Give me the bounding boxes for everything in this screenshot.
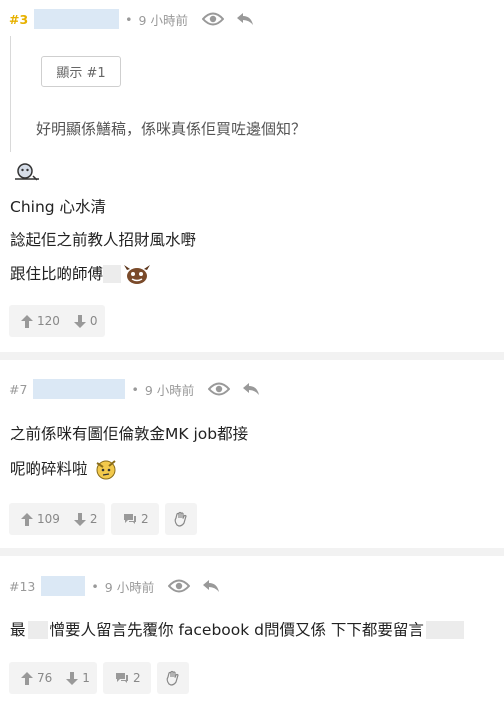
post-time: 9 小時前 (144, 382, 195, 398)
vote-box: 120 0 (9, 305, 105, 337)
post-3: #3 • 9 小時前 顯示 #1 好明顯係鱔稿，係咪真係佢買咗邊個知？ Chin… (0, 0, 504, 352)
downvote-icon[interactable] (73, 512, 86, 526)
post-line-text: 憎要人留言先覆你 facebook d問價又係 下下都要留言 (49, 621, 424, 639)
shrug-emoji-icon (94, 457, 118, 481)
floor-number[interactable]: #3 (9, 12, 28, 27)
separator-dot: • (91, 578, 99, 594)
upvote-icon[interactable] (21, 512, 33, 526)
vote-box: 76 1 (9, 662, 97, 694)
upvote-icon[interactable] (21, 314, 33, 328)
upvote-count: 109 (37, 512, 60, 526)
username-redacted[interactable] (33, 379, 126, 399)
post-separator (0, 548, 504, 556)
comment-count: 2 (141, 512, 149, 526)
comment-box[interactable]: 2 (111, 503, 159, 535)
post-header: #3 • 9 小時前 (9, 9, 254, 29)
post-line: 跟住比啲師傅 (10, 263, 151, 285)
vote-box: 109 2 (9, 503, 105, 535)
quote-block: 顯示 #1 好明顯係鱔稿，係咪真係佢買咗邊個知？ (10, 36, 490, 152)
floor-number[interactable]: #7 (9, 382, 27, 397)
post-line: 之前係咪有圖佢倫敦金MK job都接 (10, 425, 249, 443)
hand-wave-button[interactable] (157, 662, 189, 694)
downvote-count: 0 (89, 314, 98, 328)
post-line: Ching 心水清 (10, 198, 107, 216)
downvote-icon[interactable] (73, 314, 86, 328)
downvote-count: 1 (82, 671, 90, 685)
eye-icon[interactable] (201, 12, 224, 26)
downvote-icon[interactable] (66, 671, 79, 685)
comment-icon[interactable] (123, 513, 137, 525)
hand-wave-icon[interactable] (173, 511, 189, 527)
show-quote-button[interactable]: 顯示 #1 (41, 56, 121, 87)
floor-number[interactable]: #13 (9, 579, 35, 594)
post-line-text: 跟住比啲師傅 (10, 265, 104, 283)
ghost-emoji-icon (13, 162, 41, 182)
upvote-count: 76 (37, 671, 53, 685)
reply-icon[interactable] (202, 579, 220, 593)
post-line: 諗起佢之前教人招財風水嘢 (10, 231, 197, 249)
reply-icon[interactable] (242, 382, 260, 396)
monster-emoji-icon (123, 263, 151, 285)
hand-wave-button[interactable] (165, 503, 197, 535)
upvote-icon[interactable] (21, 671, 33, 685)
post-line: 呢啲碎料啦 (10, 457, 118, 481)
post-header: #7 • 9 小時前 (9, 379, 260, 399)
downvote-count: 2 (89, 512, 98, 526)
comment-icon[interactable] (115, 672, 129, 684)
eye-icon[interactable] (208, 382, 231, 396)
post-separator (0, 352, 504, 360)
hand-wave-icon[interactable] (165, 670, 181, 686)
eye-icon[interactable] (168, 579, 191, 593)
post-13: #13 • 9 小時前 最 憎要人留言先覆你 facebook d問價又係 下下… (0, 556, 504, 702)
post-line-text: 最 (10, 621, 26, 639)
username-redacted[interactable] (41, 576, 86, 596)
redacted-text (425, 621, 464, 639)
post-7: #7 • 9 小時前 之前係咪有圖佢倫敦金MK job都接 呢啲碎料啦 109 … (0, 360, 504, 548)
quote-text: 好明顯係鱔稿，係咪真係佢買咗邊個知？ (36, 120, 307, 138)
post-header: #13 • 9 小時前 (9, 576, 220, 596)
reply-icon[interactable] (236, 12, 254, 26)
separator-dot: • (131, 381, 139, 397)
post-time: 9 小時前 (138, 12, 188, 28)
post-time: 9 小時前 (104, 579, 155, 595)
redacted-text (27, 621, 48, 639)
separator-dot: • (125, 11, 133, 27)
comment-count: 2 (133, 671, 141, 685)
username-redacted[interactable] (34, 9, 120, 29)
post-line: 最 憎要人留言先覆你 facebook d問價又係 下下都要留言 (10, 620, 464, 640)
comment-box[interactable]: 2 (103, 662, 151, 694)
post-line-text: 呢啲碎料啦 (10, 460, 88, 478)
upvote-count: 120 (37, 314, 60, 328)
redacted-text (103, 265, 122, 283)
